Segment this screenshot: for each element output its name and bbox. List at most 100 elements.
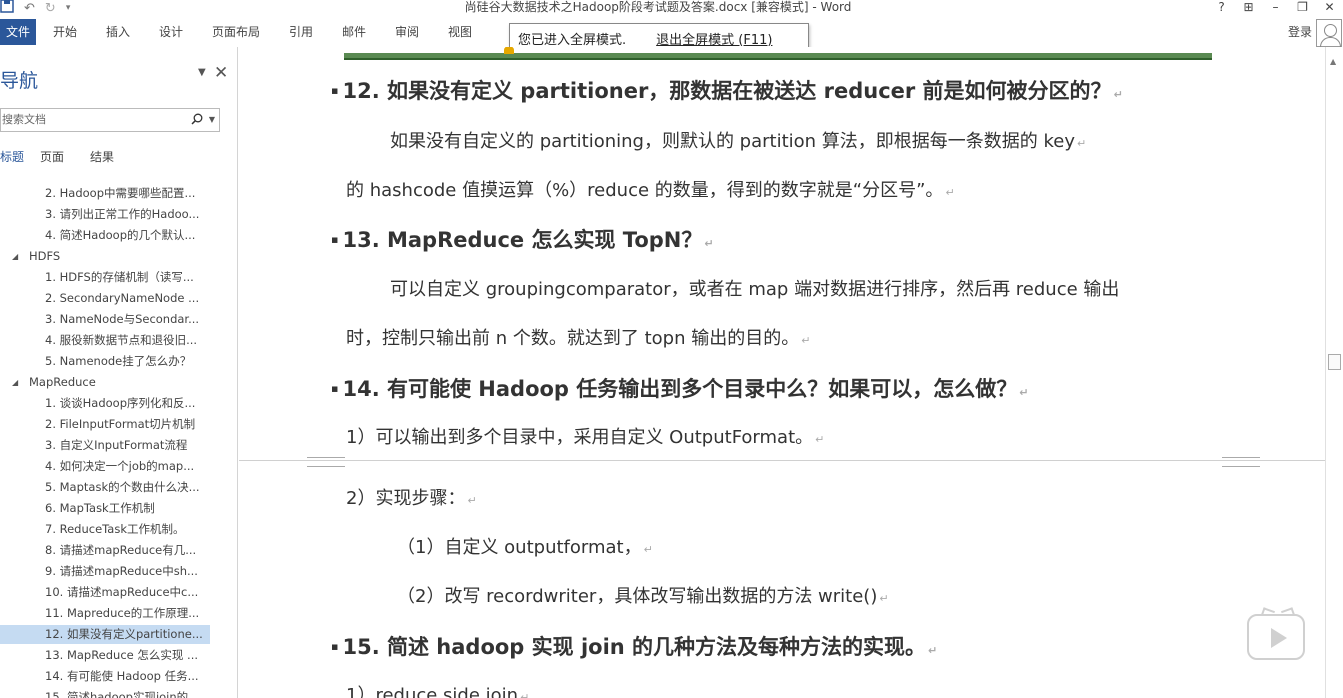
nav-heading-item[interactable]: 1. HDFS的存储机制（读写... bbox=[0, 268, 210, 287]
nav-heading-label: 15. 简述hadoop实现join的... bbox=[45, 690, 200, 698]
body-paragraph: 2）实现步骤： ↵ bbox=[346, 488, 477, 509]
title-bar: ↶ ↻ ▾ 尚硅谷大数据技术之Hadoop阶段考试题及答案.docx [兼容模式… bbox=[0, 0, 1343, 16]
fullscreen-message: 您已进入全屏模式. bbox=[518, 32, 627, 48]
exit-fullscreen-link[interactable]: 退出全屏模式 (F11) bbox=[656, 29, 772, 48]
nav-heading-label: 4. 简述Hadoop的几个默认... bbox=[45, 228, 196, 242]
nav-heading-item[interactable]: 2. FileInputFormat切片机制 bbox=[0, 415, 210, 434]
nav-heading-label: 6. MapTask工作机制 bbox=[45, 501, 155, 515]
body-paragraph: （2）改写 recordwriter，具体改写输出数据的方法 write() ↵ bbox=[397, 586, 889, 607]
search-input[interactable]: 搜索文档 ▼ bbox=[0, 108, 220, 132]
nav-title: 导航 bbox=[0, 70, 39, 92]
scroll-up-icon[interactable]: ▲ bbox=[1330, 57, 1336, 66]
nav-heading-label: 2. SecondaryNameNode ... bbox=[45, 291, 200, 305]
heading-14: ▪ 14. 有可能使 Hadoop 任务输出到多个目录中么？如果可以，怎么做？ ↵ bbox=[331, 377, 1029, 401]
nav-heading-item[interactable]: 4. 简述Hadoop的几个默认... bbox=[0, 226, 210, 245]
body-paragraph: 可以自定义 groupingcomparator，或者在 map 端对数据进行排… bbox=[390, 279, 1120, 300]
tab-pages[interactable]: 页面 bbox=[40, 148, 64, 165]
nav-heading-item[interactable]: 1. 谈谈Hadoop序列化和反... bbox=[0, 394, 210, 413]
nav-heading-label: 2. FileInputFormat切片机制 bbox=[45, 417, 196, 431]
nav-heading-item[interactable]: 15. 简述hadoop实现join的... bbox=[0, 688, 210, 698]
tab-headings[interactable]: 标题 bbox=[0, 148, 24, 165]
navigation-pane: 导航 ▼ ✕ 搜索文档 ▼ 标题 页面 结果 2. Hadoop中需要哪些配置.… bbox=[0, 47, 238, 698]
nav-heading-item[interactable]: 4. 服役新数据节点和退役旧... bbox=[0, 331, 210, 350]
nav-heading-item[interactable]: 5. Maptask的个数由什么决... bbox=[0, 478, 210, 497]
body-paragraph: （1）自定义 outputformat， ↵ bbox=[397, 537, 653, 558]
restore-button[interactable]: ❐ bbox=[1289, 0, 1316, 16]
body-paragraph: 如果没有自定义的 partitioning，则默认的 partition 算法，… bbox=[390, 131, 1087, 152]
nav-heading-label: 14. 有可能使 Hadoop 任务... bbox=[45, 669, 199, 683]
nav-heading-item[interactable]: 8. 请描述mapReduce有几... bbox=[0, 541, 210, 560]
nav-heading-label: 3. NameNode与Secondar... bbox=[45, 312, 200, 326]
close-icon[interactable]: ✕ bbox=[214, 63, 228, 83]
nav-heading-label: 1. 谈谈Hadoop序列化和反... bbox=[45, 396, 196, 410]
tab-layout[interactable]: 页面布局 bbox=[212, 19, 260, 45]
heading-15: ▪ 15. 简述 hadoop 实现 join 的几种方法及每种方法的实现。 ↵ bbox=[331, 635, 938, 659]
nav-heading-item[interactable]: 3. NameNode与Secondar... bbox=[0, 310, 210, 329]
tab-design[interactable]: 设计 bbox=[159, 19, 183, 45]
nav-heading-item[interactable]: 12. 如果没有定义partitione... bbox=[0, 625, 210, 644]
play-icon bbox=[1247, 614, 1305, 660]
page-corner-mark bbox=[307, 457, 345, 467]
nav-heading-item[interactable]: 13. MapReduce 怎么实现 ... bbox=[0, 646, 210, 665]
search-placeholder: 搜索文档 bbox=[2, 113, 46, 126]
nav-heading-item[interactable]: 9. 请描述mapReduce中sh... bbox=[0, 562, 210, 581]
tab-insert[interactable]: 插入 bbox=[106, 19, 130, 45]
tab-home[interactable]: 开始 bbox=[53, 19, 77, 45]
collapse-arrow-icon[interactable]: ◢ bbox=[12, 247, 18, 266]
window-title: 尚硅谷大数据技术之Hadoop阶段考试题及答案.docx [兼容模式] - Wo… bbox=[464, 0, 852, 14]
nav-heading-item[interactable]: 10. 请描述mapReduce中c... bbox=[0, 583, 210, 602]
nav-heading-item[interactable]: 7. ReduceTask工作机制。 bbox=[0, 520, 210, 539]
vertical-scrollbar[interactable]: ▲ bbox=[1325, 47, 1343, 698]
search-icon[interactable] bbox=[191, 113, 203, 125]
nav-heading-item[interactable]: 4. 如何决定一个job的map... bbox=[0, 457, 210, 476]
page-corner-mark bbox=[1222, 457, 1260, 467]
tab-view[interactable]: 视图 bbox=[448, 19, 472, 45]
nav-heading-label: 10. 请描述mapReduce中c... bbox=[45, 585, 199, 599]
help-icon[interactable]: ? bbox=[1208, 0, 1235, 16]
login-link[interactable]: 登录 bbox=[1288, 23, 1312, 40]
body-paragraph: 1）可以输出到多个目录中，采用自定义 OutputFormat。 ↵ bbox=[346, 427, 825, 448]
nav-heading-label: 5. Namenode挂了怎么办？ bbox=[45, 354, 192, 368]
heading-13: ▪ 13. MapReduce 怎么实现 TopN？ ↵ bbox=[331, 228, 714, 252]
nav-heading-label: 9. 请描述mapReduce中sh... bbox=[45, 564, 198, 578]
body-paragraph: 时，控制只输出前 n 个数。就达到了 topn 输出的目的。 ↵ bbox=[346, 328, 811, 349]
nav-heading-item[interactable]: ◢ MapReduce bbox=[0, 373, 210, 392]
nav-heading-item[interactable]: 3. 自定义InputFormat流程 bbox=[0, 436, 210, 455]
nav-heading-item[interactable]: ◢ HDFS bbox=[0, 247, 210, 266]
nav-heading-item[interactable]: 3. 请列出正常工作的Hadoo... bbox=[0, 205, 210, 224]
minimize-button[interactable]: – bbox=[1262, 0, 1289, 16]
nav-heading-label: MapReduce bbox=[29, 375, 96, 389]
tab-results[interactable]: 结果 bbox=[90, 148, 114, 165]
ribbon-display-icon[interactable]: ⊞ bbox=[1235, 0, 1262, 16]
nav-heading-item[interactable]: 6. MapTask工作机制 bbox=[0, 499, 210, 518]
nav-heading-label: 1. HDFS的存储机制（读写... bbox=[45, 270, 194, 284]
tab-file[interactable]: 文件 bbox=[0, 19, 36, 45]
nav-heading-item[interactable]: 11. Mapreduce的工作原理... bbox=[0, 604, 210, 623]
nav-heading-label: 12. 如果没有定义partitione... bbox=[45, 627, 203, 641]
nav-heading-item[interactable]: 2. Hadoop中需要哪些配置... bbox=[0, 184, 210, 203]
document-area[interactable]: ▪ 12. 如果没有定义 partitioner，那数据在被送达 reducer … bbox=[239, 47, 1325, 698]
decorative-header-bar bbox=[344, 47, 1212, 60]
nav-heading-label: 13. MapReduce 怎么实现 ... bbox=[45, 648, 199, 662]
window-controls: ? ⊞ – ❐ ✕ bbox=[1208, 0, 1343, 16]
tab-mailings[interactable]: 邮件 bbox=[342, 19, 366, 45]
nav-heading-label: 2. Hadoop中需要哪些配置... bbox=[45, 186, 196, 200]
body-paragraph: 的 hashcode 值摸运算（%）reduce 的数量，得到的数字就是“分区号… bbox=[346, 180, 955, 201]
close-button[interactable]: ✕ bbox=[1316, 0, 1343, 16]
nav-heading-item[interactable]: 14. 有可能使 Hadoop 任务... bbox=[0, 667, 210, 686]
nav-options-icon[interactable]: ▼ bbox=[198, 67, 206, 78]
heading-12: ▪ 12. 如果没有定义 partitioner，那数据在被送达 reducer … bbox=[331, 79, 1123, 103]
page-break-line bbox=[239, 460, 1325, 461]
nav-heading-label: 8. 请描述mapReduce有几... bbox=[45, 543, 197, 557]
chevron-down-icon[interactable]: ▼ bbox=[209, 109, 215, 131]
tab-review[interactable]: 审阅 bbox=[395, 19, 419, 45]
nav-heading-item[interactable]: 5. Namenode挂了怎么办？ bbox=[0, 352, 210, 371]
body-paragraph: 1）reduce side join ↵ bbox=[346, 685, 530, 698]
scroll-thumb[interactable] bbox=[1328, 354, 1341, 370]
nav-heading-label: 3. 自定义InputFormat流程 bbox=[45, 438, 188, 452]
nav-heading-item[interactable]: 2. SecondaryNameNode ... bbox=[0, 289, 210, 308]
nav-heading-label: 7. ReduceTask工作机制。 bbox=[45, 522, 185, 536]
avatar[interactable] bbox=[1316, 19, 1342, 48]
tab-references[interactable]: 引用 bbox=[289, 19, 313, 45]
collapse-arrow-icon[interactable]: ◢ bbox=[12, 373, 18, 392]
